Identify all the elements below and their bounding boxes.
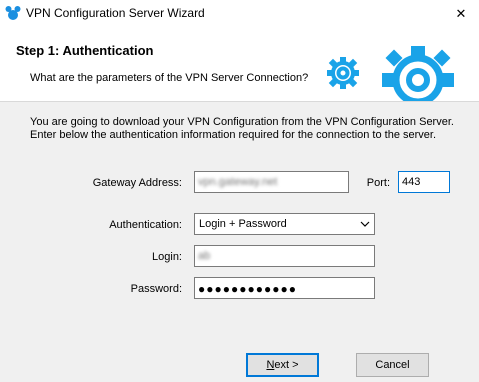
gateway-address-input[interactable]: vpn.gateway.net bbox=[194, 171, 349, 193]
intro-line-2: Enter below the authentication informati… bbox=[30, 129, 437, 141]
port-input[interactable]: 443 bbox=[398, 171, 450, 193]
next-button[interactable]: Next > bbox=[246, 353, 319, 377]
login-value: ab bbox=[198, 250, 211, 262]
step-subtitle: What are the parameters of the VPN Serve… bbox=[30, 72, 309, 84]
wizard-header: Step 1: Authentication What are the para… bbox=[0, 27, 479, 102]
gateway-address-value: vpn.gateway.net bbox=[198, 176, 278, 188]
password-input[interactable]: ●●●●●●●●●●●● bbox=[194, 277, 375, 299]
login-label: Login: bbox=[152, 251, 182, 263]
next-accelerator: N bbox=[266, 359, 275, 371]
intro-text: You are going to download your VPN Confi… bbox=[30, 116, 460, 142]
close-button[interactable]: ✕ bbox=[443, 0, 479, 27]
wizard-window: VPN Configuration Server Wizard ✕ Step 1… bbox=[0, 0, 479, 382]
next-label: ext > bbox=[274, 359, 299, 371]
chevron-down-icon bbox=[360, 221, 370, 227]
step-title: Step 1: Authentication bbox=[16, 43, 154, 58]
login-input[interactable]: ab bbox=[194, 245, 375, 267]
title-bar: VPN Configuration Server Wizard ✕ bbox=[0, 0, 479, 27]
close-icon: ✕ bbox=[455, 5, 467, 21]
gears-icon bbox=[327, 46, 454, 101]
port-label: Port: bbox=[366, 177, 390, 189]
cancel-label: Cancel bbox=[375, 359, 410, 371]
authentication-select[interactable]: Login + Password bbox=[194, 213, 375, 235]
authentication-label: Authentication: bbox=[109, 219, 182, 231]
gateway-label: Gateway Address: bbox=[92, 177, 182, 189]
password-value: ●●●●●●●●●●●● bbox=[198, 282, 297, 296]
cancel-button[interactable]: Cancel bbox=[356, 353, 429, 377]
app-icon bbox=[5, 6, 21, 20]
intro-line-1: You are going to download your VPN Confi… bbox=[30, 116, 454, 128]
authentication-value: Login + Password bbox=[199, 218, 287, 230]
port-value: 443 bbox=[402, 176, 421, 188]
password-label: Password: bbox=[130, 283, 182, 295]
window-title: VPN Configuration Server Wizard bbox=[26, 6, 205, 20]
